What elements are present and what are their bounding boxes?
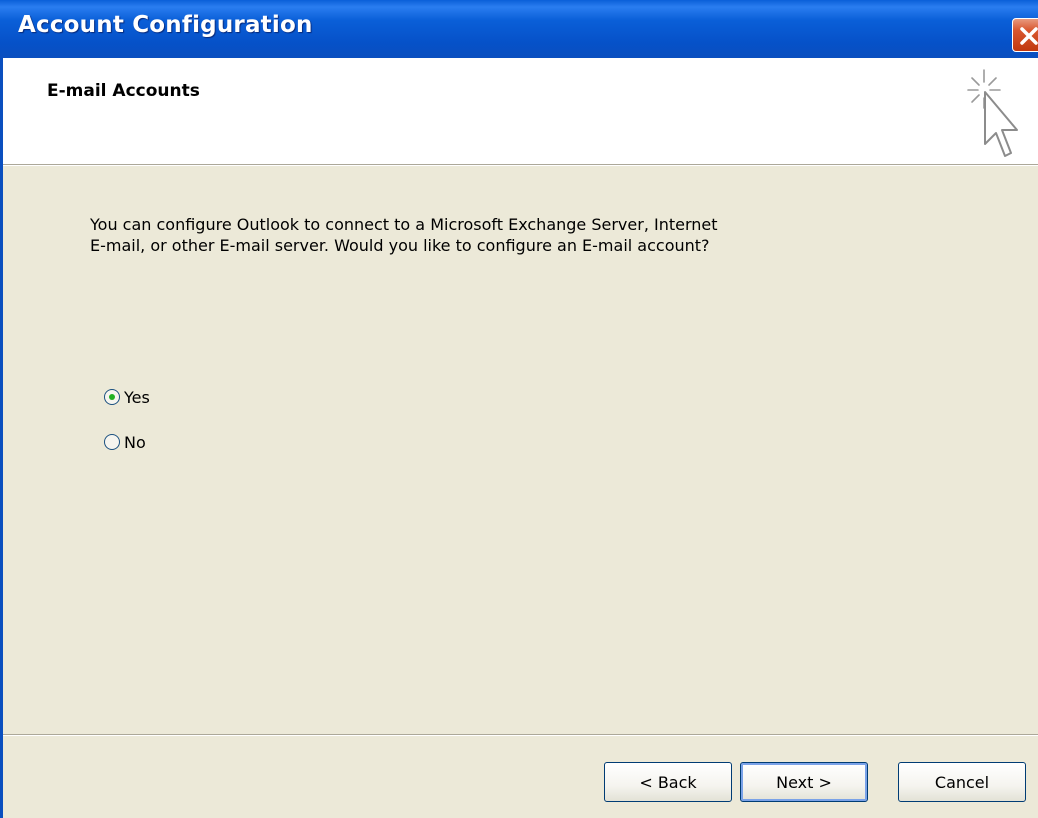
title-bar[interactable]: Account Configuration [0,0,1038,58]
prompt-text: You can configure Outlook to connect to … [90,215,718,255]
window-border [0,58,3,818]
radio-yes[interactable]: Yes [104,385,150,409]
next-button[interactable]: Next > [740,762,868,802]
radio-no[interactable]: No [104,430,146,454]
wizard-cursor-icon [967,69,1018,157]
back-button[interactable]: < Back [604,762,732,802]
close-icon [1020,27,1038,45]
wizard-header [3,58,1038,164]
account-configuration-dialog: Account Configuration E-mail Accounts Yo… [0,0,1038,818]
radio-button-selected[interactable] [104,389,120,405]
cancel-button[interactable]: Cancel [898,762,1026,802]
window-title: Account Configuration [18,12,313,38]
radio-yes-label[interactable]: Yes [124,388,150,407]
radio-no-label[interactable]: No [124,433,146,452]
close-button[interactable] [1012,18,1038,52]
radio-button[interactable] [104,434,120,450]
page-title: E-mail Accounts [47,81,200,101]
radio-dot [109,394,115,400]
